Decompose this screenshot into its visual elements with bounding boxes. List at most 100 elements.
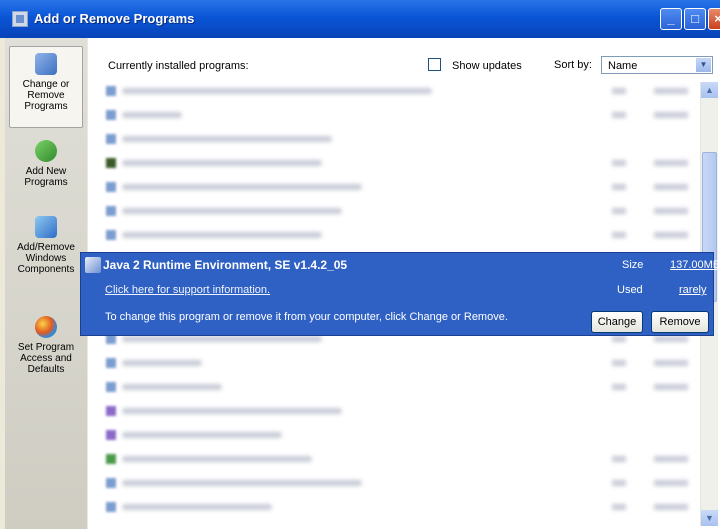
size-value (654, 384, 688, 390)
program-name (122, 336, 322, 342)
chevron-up-icon: ▲ (705, 85, 714, 95)
show-updates-label[interactable]: Show updates (452, 60, 522, 72)
size-value (654, 456, 688, 462)
size-value (654, 232, 688, 238)
program-icon (106, 206, 116, 216)
sidebar-item-label: Set Program Access and Defaults (17, 342, 75, 375)
program-name (122, 88, 432, 94)
program-name (122, 456, 312, 462)
sidebar-item-add-new[interactable]: Add New Programs (9, 140, 83, 188)
list-item[interactable] (102, 428, 702, 442)
size-value (654, 184, 688, 190)
app-icon (12, 11, 28, 27)
program-icon (106, 382, 116, 392)
minimize-icon: _ (667, 11, 675, 26)
list-item[interactable] (102, 228, 702, 242)
sidebar-item-windows-components[interactable]: Add/Remove Windows Components (9, 216, 83, 275)
size-value[interactable]: 137.00MB (670, 259, 720, 271)
size-value (654, 336, 688, 342)
program-icon (106, 86, 116, 96)
windows-components-icon (35, 216, 57, 238)
size-label: Size (622, 259, 644, 271)
list-item[interactable] (102, 180, 702, 194)
size-label (612, 112, 626, 118)
used-value[interactable]: rarely (679, 284, 707, 296)
size-label (612, 88, 626, 94)
add-remove-programs-window: Add or Remove Programs _ □ × Change or R… (0, 0, 720, 529)
size-value (654, 112, 688, 118)
chevron-down-icon[interactable]: ▼ (696, 58, 711, 72)
chevron-down-icon: ▼ (705, 513, 714, 523)
program-icon (106, 110, 116, 120)
change-remove-icon (35, 53, 57, 75)
program-name (122, 384, 222, 390)
selected-program-row[interactable]: Java 2 Runtime Environment, SE v1.4.2_05… (80, 252, 720, 336)
size-value (654, 480, 688, 486)
program-icon (106, 230, 116, 240)
size-label (612, 232, 626, 238)
sidebar-item-label: Add/Remove Windows Components (17, 242, 75, 275)
list-item[interactable] (102, 452, 702, 466)
size-value (654, 208, 688, 214)
sidebar-item-label: Change or Remove Programs (22, 79, 70, 112)
size-label (612, 184, 626, 190)
installed-programs-label: Currently installed programs: (108, 60, 249, 72)
list-item[interactable] (102, 156, 702, 170)
program-name (122, 504, 272, 510)
list-item[interactable] (102, 132, 702, 146)
program-name (122, 136, 332, 142)
maximize-icon: □ (691, 11, 699, 26)
close-icon: × (714, 11, 720, 26)
selected-program-name: Java 2 Runtime Environment, SE v1.4.2_05 (103, 258, 348, 272)
size-label (612, 160, 626, 166)
program-icon (106, 454, 116, 464)
size-label (612, 360, 626, 366)
list-item[interactable] (102, 380, 702, 394)
program-name (122, 184, 362, 190)
scroll-down-button[interactable]: ▼ (701, 510, 718, 526)
list-item[interactable] (102, 356, 702, 370)
change-button[interactable]: Change (591, 311, 643, 333)
show-updates-checkbox[interactable] (428, 58, 441, 71)
program-name (122, 432, 282, 438)
sidebar-panel: Change or Remove Programs Add New Progra… (5, 38, 87, 529)
size-label (612, 208, 626, 214)
size-value (654, 88, 688, 94)
list-item[interactable] (102, 476, 702, 490)
program-icon (106, 358, 116, 368)
program-icon (106, 158, 116, 168)
sort-by-value: Name (608, 60, 638, 72)
maximize-button[interactable]: □ (684, 8, 706, 30)
program-defaults-icon (35, 316, 57, 338)
remove-button[interactable]: Remove (651, 311, 709, 333)
program-name (122, 480, 362, 486)
program-name (122, 232, 322, 238)
sort-by-label: Sort by: (554, 59, 592, 71)
program-icon (106, 182, 116, 192)
support-info-link[interactable]: Click here for support information. (105, 284, 270, 296)
size-label (612, 456, 626, 462)
sidebar-item-program-defaults[interactable]: Set Program Access and Defaults (9, 316, 83, 375)
size-value (654, 160, 688, 166)
program-name (122, 360, 202, 366)
scroll-up-button[interactable]: ▲ (701, 82, 718, 98)
list-item[interactable] (102, 204, 702, 218)
program-name (122, 160, 322, 166)
size-value (654, 360, 688, 366)
program-icon (106, 430, 116, 440)
sidebar-item-change-remove[interactable]: Change or Remove Programs (9, 46, 83, 128)
sort-by-select[interactable]: Name ▼ (601, 56, 713, 74)
sidebar-item-label: Add New Programs (24, 166, 68, 188)
title-bar[interactable]: Add or Remove Programs _ □ × (0, 0, 720, 38)
program-icon (106, 406, 116, 416)
used-label: Used (617, 284, 643, 296)
list-item[interactable] (102, 500, 702, 514)
list-item[interactable] (102, 404, 702, 418)
minimize-button[interactable]: _ (660, 8, 682, 30)
close-button[interactable]: × (708, 8, 720, 30)
list-item[interactable] (102, 108, 702, 122)
size-value (654, 504, 688, 510)
program-name (122, 408, 342, 414)
size-label (612, 384, 626, 390)
list-item[interactable] (102, 84, 702, 98)
